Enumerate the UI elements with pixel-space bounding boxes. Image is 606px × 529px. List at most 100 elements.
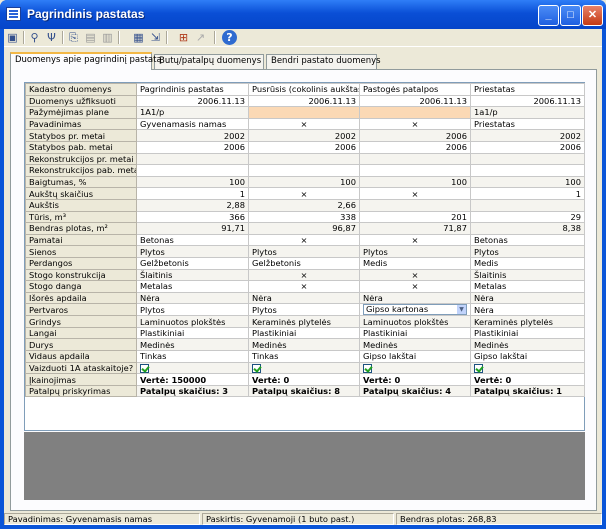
table-cell[interactable]: Nėra [136,291,249,305]
table-cell[interactable]: 29 [470,210,585,224]
table-cell[interactable]: 100 [359,175,471,189]
checkbox[interactable] [252,363,261,373]
table-cell[interactable]: Nėra [470,291,585,305]
table-cell[interactable] [359,152,471,166]
table-cell[interactable]: Plytos [248,303,360,317]
table-cell[interactable]: Šlaitinis [470,268,585,282]
table-cell[interactable] [470,164,585,177]
minimize-button[interactable]: _ [538,5,559,26]
dropdown-select[interactable]: Gipso kartonas ▼ [363,304,467,315]
table-cell[interactable]: 2006 [359,129,471,142]
chevron-down-icon[interactable]: ▼ [457,305,466,315]
table-cell[interactable]: × [359,233,471,247]
tab-general-building[interactable]: Bendri pastato duomenys [266,54,381,69]
table-cell[interactable] [248,152,360,166]
tab-apartments[interactable]: Butų/patalpų duomenys [154,54,264,69]
table-cell[interactable]: Medinės [470,338,585,352]
table-cell[interactable]: Nėra [470,303,585,317]
table-cell[interactable]: Plastikiniai [470,326,585,340]
table-cell[interactable]: Plytos [470,245,585,258]
table-cell[interactable]: Patalpų skaičius: 3 [136,384,249,398]
table-cell[interactable]: Medinės [248,338,360,352]
table-cell[interactable] [359,164,471,177]
table-cell[interactable] [248,361,360,375]
table-cell[interactable]: × [359,280,471,293]
table-cell[interactable] [359,198,471,212]
disabled-tool-icon[interactable]: ↗ [193,30,208,45]
table-cell[interactable]: × [359,268,471,282]
table-cell[interactable]: × [248,117,360,131]
table-cell[interactable]: Tinkas [136,350,249,363]
tree-icon[interactable]: ⚲ [27,30,42,45]
table-cell[interactable]: Vertė: 0 [359,373,471,386]
checkbox[interactable] [140,363,149,373]
table-cell[interactable]: Gipso lakštai [470,350,585,363]
table-cell[interactable] [136,361,249,375]
table-cell[interactable]: × [359,117,471,131]
table-cell[interactable] [470,361,585,375]
table-cell[interactable]: 96,87 [248,222,360,235]
table-cell[interactable]: Plastikiniai [136,326,249,340]
table-cell[interactable]: 201 [359,210,471,224]
table-cell[interactable]: 2006.11.13 [359,94,471,108]
table-cell[interactable]: 366 [136,210,249,224]
table-cell[interactable]: 2006.11.13 [136,94,249,108]
table-cell[interactable]: × [248,233,360,247]
table-cell[interactable]: × [248,187,360,200]
table-cell[interactable]: Metalas [470,280,585,293]
table-cell[interactable]: 1A1/p [136,106,249,119]
table-cell[interactable]: 91,71 [136,222,249,235]
paste-icon[interactable]: ▤ [83,30,98,45]
table-cell[interactable]: 2002 [248,129,360,142]
table-cell[interactable]: 1 [470,187,585,200]
table-cell[interactable]: Plytos [359,245,471,258]
structure-icon[interactable]: Ψ [44,30,59,45]
table-cell[interactable]: 338 [248,210,360,224]
table-cell[interactable]: Gelžbetonis [136,256,249,270]
table-cell[interactable]: Vertė: 150000 [136,373,249,386]
table-cell[interactable]: Nėra [248,291,360,305]
table-cell[interactable]: Tinkas [248,350,360,363]
tools-icon[interactable]: ⊞ [176,30,191,45]
table-cell[interactable]: Patalpų skaičius: 4 [359,384,471,398]
table-cell[interactable]: 2006 [359,140,471,154]
export-icon[interactable]: ⇲ [148,30,163,45]
table-cell[interactable]: Plastikiniai [359,326,471,340]
table-cell[interactable]: Plytos [248,245,360,258]
checkbox[interactable] [474,363,483,373]
table-cell[interactable]: 2006.11.13 [470,94,585,108]
table-cell[interactable]: Metalas [136,280,249,293]
table-cell[interactable]: × [248,280,360,293]
table-cell[interactable]: 1a1/p [470,106,585,119]
table-cell[interactable] [470,152,585,166]
table-cell[interactable]: Keraminės plytelės [248,315,360,328]
table-cell[interactable]: Betonas [470,233,585,247]
table-cell[interactable] [248,164,360,177]
table-cell[interactable]: 2006 [136,140,249,154]
table-cell[interactable]: Medis [470,256,585,270]
table-cell[interactable] [359,361,471,375]
table-cell[interactable]: Priestatas [470,117,585,131]
table-cell[interactable]: × [359,187,471,200]
table-cell[interactable]: 2002 [136,129,249,142]
table-cell[interactable]: Patalpų skaičius: 1 [470,384,585,398]
table-cell[interactable]: Gelžbetonis [248,256,360,270]
table-cell[interactable]: 1 [136,187,249,200]
table-cell[interactable]: Plastikiniai [248,326,360,340]
print-icon[interactable]: ▥ [100,30,115,45]
table-cell[interactable]: Keraminės plytelės [470,315,585,328]
table-cell[interactable] [136,152,249,166]
table-cell[interactable] [359,106,471,119]
table-cell[interactable]: Laminuotos plokštės [359,315,471,328]
table-cell[interactable]: Plytos [136,245,249,258]
table-cell[interactable]: Medis [359,256,471,270]
table-cell[interactable]: 2002 [470,129,585,142]
table-cell[interactable] [136,164,249,177]
calculator-icon[interactable]: ▦ [131,30,146,45]
table-cell[interactable]: Nėra [359,291,471,305]
table-cell[interactable]: Gipso lakštai [359,350,471,363]
table-cell[interactable] [248,106,360,119]
table-cell[interactable]: 2006 [470,140,585,154]
table-cell[interactable]: Gyvenamasis namas [136,117,249,131]
save-icon[interactable]: ▣ [5,30,20,45]
